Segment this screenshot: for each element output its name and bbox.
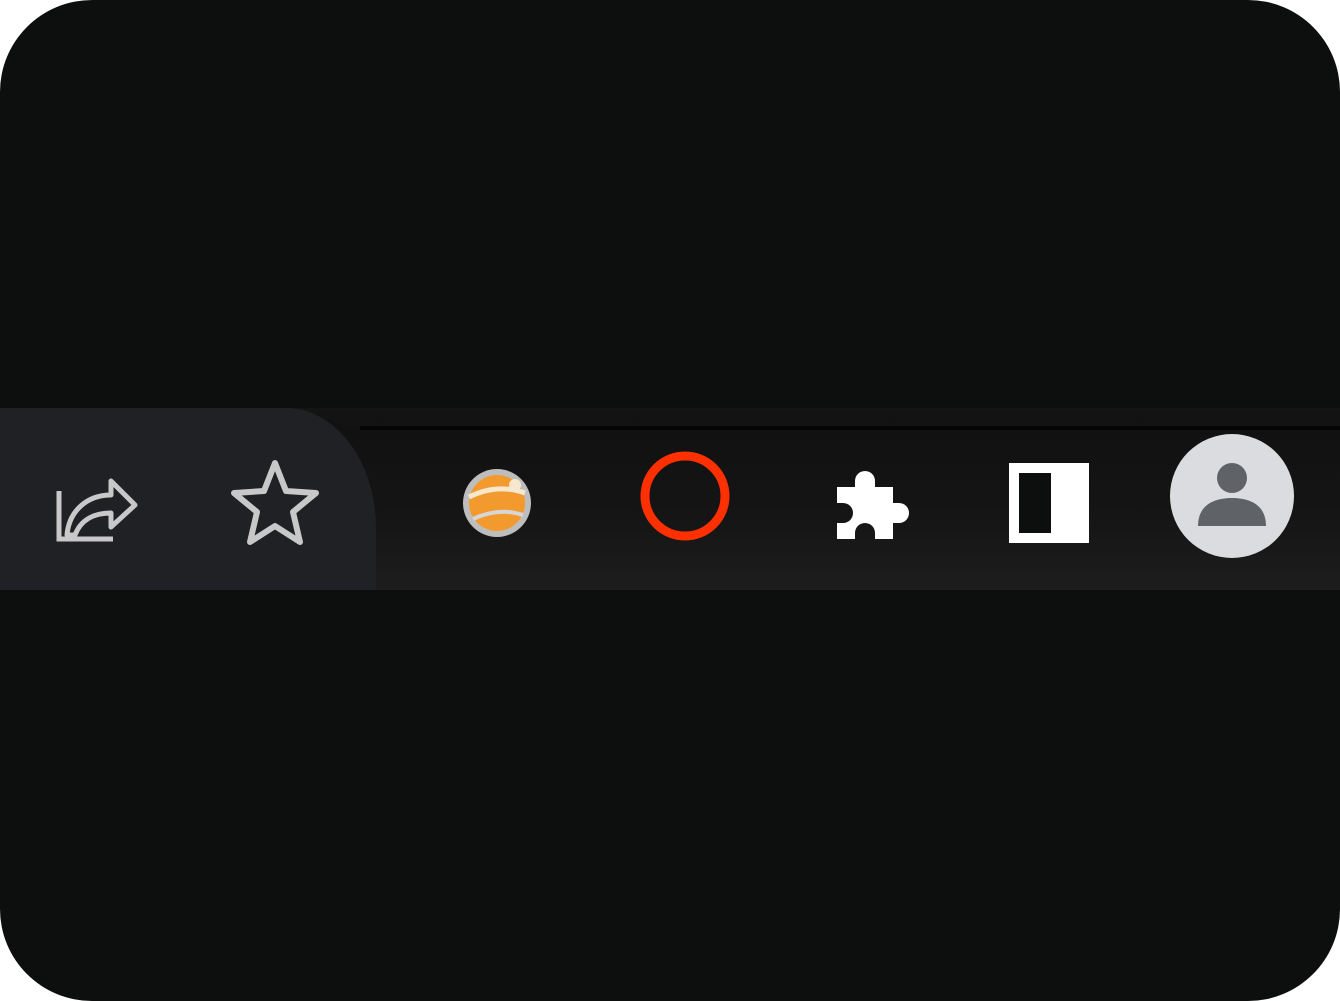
honey-extension-button[interactable] — [440, 448, 550, 558]
share-button[interactable] — [38, 448, 148, 558]
red-ring-extension-button[interactable] — [630, 448, 740, 558]
profile-avatar-icon — [1170, 434, 1294, 558]
extensions-puzzle-icon — [837, 471, 909, 539]
extensions-button[interactable] — [812, 448, 922, 558]
browser-toolbar — [0, 408, 1340, 590]
bookmark-button[interactable] — [220, 448, 330, 558]
red-ring-extension-icon — [640, 451, 730, 541]
profile-button[interactable] — [1168, 432, 1296, 560]
toolbar-divider — [360, 426, 1340, 430]
browser-window — [0, 0, 1340, 1001]
bookmark-star-icon — [231, 460, 319, 545]
side-panel-icon — [1009, 463, 1089, 543]
share-icon — [56, 478, 138, 542]
honey-extension-icon — [463, 469, 531, 537]
side-panel-button[interactable] — [992, 448, 1102, 558]
